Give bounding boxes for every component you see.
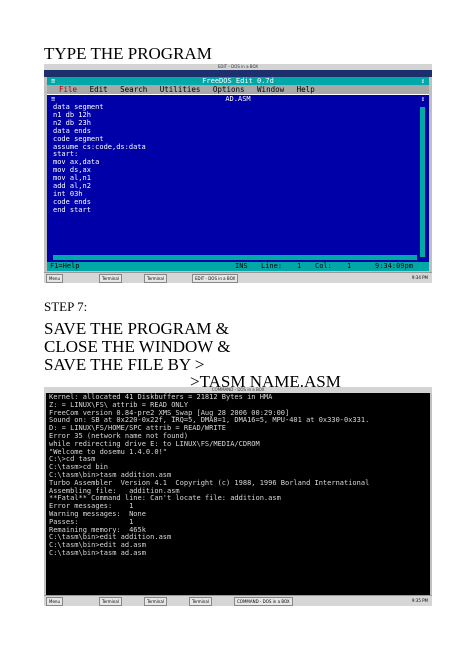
heading-type-the-program: TYPE THE PROGRAM (44, 44, 212, 63)
file-title: AD.ASM (225, 95, 251, 103)
menu-utilities[interactable]: Utilities (160, 85, 201, 94)
terminal-line: C:\tasm\bin>tasm ad.asm (49, 548, 146, 557)
maximize-icon[interactable]: ↕ (421, 77, 425, 85)
insert-mode: INS (235, 262, 248, 270)
taskbar-item[interactable]: Terminal (144, 597, 167, 606)
terminal-screen[interactable]: Kernel: allocated 41 Diskbuffers = 21812… (46, 393, 430, 596)
col-number: 1 (347, 262, 352, 270)
terminal-screenshot: COMMAND - DOS in a BOX Kernel: allocated… (44, 387, 432, 606)
system-menu-icon[interactable]: ≡ (51, 77, 55, 85)
taskbar-item[interactable]: Terminal (99, 597, 122, 606)
menu-file[interactable]: File (59, 85, 77, 94)
help-hint[interactable]: F1=Help (50, 262, 80, 271)
instruction-line: SAVE THE FILE BY > (44, 355, 205, 374)
taskbar-item[interactable]: COMMAND - DOS in a BOX (234, 597, 293, 606)
terminal-line: "Welcome to dosemu 1.4.0.0!" (49, 447, 168, 456)
line-number: 1 (297, 262, 302, 270)
editor-taskbar: Menu Terminal Terminal EDIT - DOS in a B… (44, 272, 432, 283)
step-label: STEP 7: (44, 299, 88, 314)
menu-search[interactable]: Search (120, 85, 147, 94)
taskbar-clock: 9:35 PM (411, 598, 428, 603)
clock: 9:34:09pm (375, 262, 413, 270)
freedos-edit-screen: ≡ FreeDOS Edit 0.7d ↕ File Edit Search U… (47, 77, 429, 271)
taskbar-menu-button[interactable]: Menu (46, 597, 63, 606)
vertical-scrollbar[interactable] (420, 107, 425, 257)
editor-screenshot: EDIT - DOS in a BOX ≡ FreeDOS Edit 0.7d … (44, 64, 432, 283)
status-bar: F1=Help INS Line: 1 Col: 1 9:34:09pm (47, 262, 429, 271)
menu-edit[interactable]: Edit (90, 85, 108, 94)
menu-bar: File Edit Search Utilities Options Windo… (47, 85, 429, 94)
menu-options[interactable]: Options (213, 85, 245, 94)
file-title-bar: ≡ AD.ASM ↕ (47, 94, 429, 103)
menu-window[interactable]: Window (257, 85, 284, 94)
line-label: Line: (261, 262, 283, 270)
file-maximize-icon[interactable]: ↕ (421, 95, 425, 103)
app-title-bar: ≡ FreeDOS Edit 0.7d ↕ (47, 77, 429, 85)
terminal-output: Kernel: allocated 41 Diskbuffers = 21812… (49, 393, 369, 558)
code-line: end start (53, 205, 91, 214)
horizontal-scrollbar[interactable] (53, 255, 417, 260)
code-editor[interactable]: data segment n1 db 12h n2 db 23h data en… (53, 103, 146, 215)
taskbar-item[interactable]: Terminal (189, 597, 212, 606)
taskbar-item[interactable]: Terminal (144, 274, 167, 283)
taskbar-item[interactable]: Terminal (99, 274, 122, 283)
terminal-taskbar: Menu Terminal Terminal Terminal COMMAND … (44, 595, 432, 606)
taskbar-item[interactable]: EDIT - DOS in a BOX (192, 274, 239, 283)
taskbar-clock: 9:34 PM (411, 275, 428, 280)
taskbar-menu-button[interactable]: Menu (46, 274, 63, 283)
col-label: Col: (315, 262, 332, 270)
app-title: FreeDOS Edit 0.7d (202, 77, 274, 85)
close-file-icon[interactable]: ≡ (51, 95, 55, 103)
menu-help[interactable]: Help (297, 85, 315, 94)
editor-window-bar (44, 70, 432, 77)
